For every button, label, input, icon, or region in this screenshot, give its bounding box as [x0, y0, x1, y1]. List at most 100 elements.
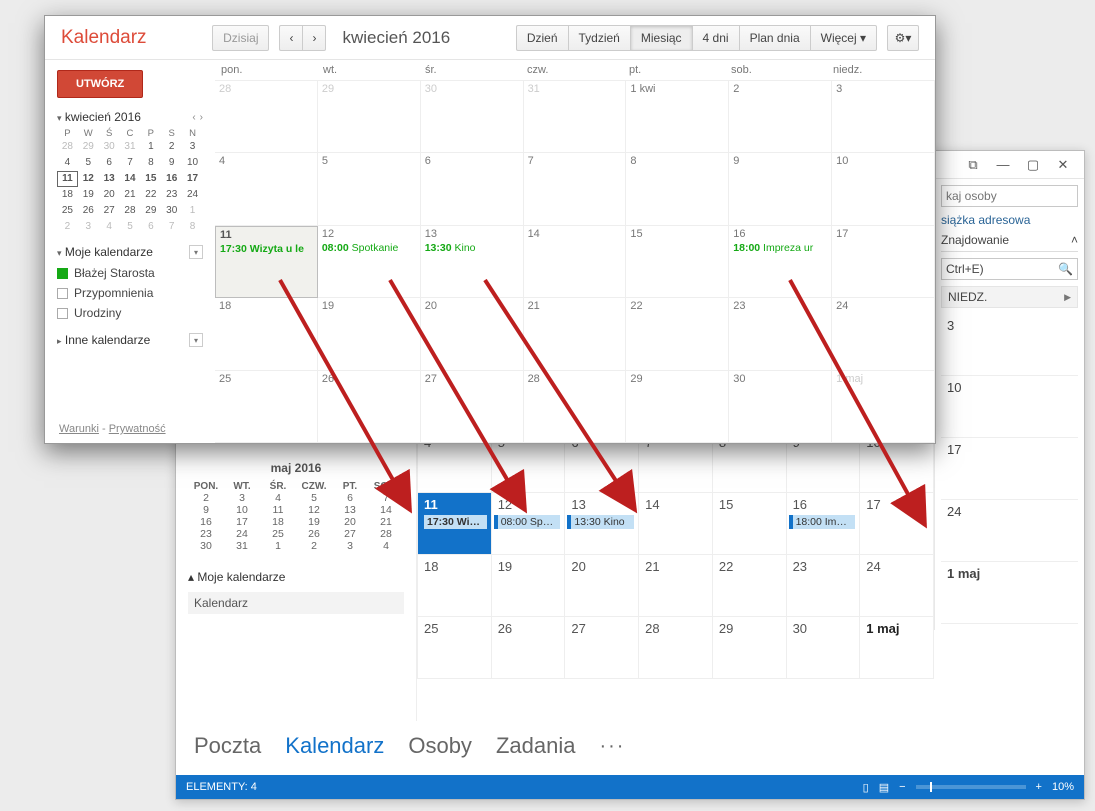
calendar-day-cell[interactable]: 15: [713, 493, 787, 555]
calendar-event[interactable]: 08:00 Spotkanie: [322, 242, 416, 254]
calendar-checkbox-item[interactable]: Urodziny: [57, 303, 203, 323]
calendar-day-cell[interactable]: 1 maj: [832, 371, 935, 443]
calendar-day-cell[interactable]: 26: [318, 371, 421, 443]
calendar-day-cell[interactable]: 1117:30 Wizyt…: [418, 493, 492, 555]
calendar-day-cell[interactable]: 22: [626, 298, 729, 370]
calendar-day-cell[interactable]: 21: [524, 298, 627, 370]
chevron-down-icon[interactable]: ▾: [57, 113, 62, 123]
calendar-day-cell[interactable]: 1208:00 Spotkanie: [318, 226, 421, 298]
nav-tasks[interactable]: Zadania: [496, 733, 576, 759]
create-button[interactable]: UTWÓRZ: [57, 70, 143, 98]
calendar-checkbox-item[interactable]: Błażej Starosta: [57, 263, 203, 283]
close-button[interactable]: ✕: [1048, 155, 1078, 175]
calendar-day-cell[interactable]: 27: [565, 617, 639, 679]
view-day[interactable]: Dzień: [516, 25, 568, 51]
calendar-day-cell[interactable]: 25: [215, 371, 318, 443]
calendar-day-cell[interactable]: 29: [626, 371, 729, 443]
calendar-day-cell[interactable]: 9: [729, 153, 832, 225]
calendar-day-cell[interactable]: 22: [713, 555, 787, 617]
chevron-right-icon[interactable]: ▸: [57, 336, 62, 346]
calendar-day-cell[interactable]: 26: [492, 617, 566, 679]
address-book-link[interactable]: siążka adresowa: [941, 213, 1078, 227]
calendar-event[interactable]: 17:30 Wizyta u le: [220, 243, 313, 255]
calendar-day-cell[interactable]: 17: [832, 226, 935, 298]
calendar-day-cell[interactable]: 1313:30 Kino: [421, 226, 524, 298]
chevron-down-icon[interactable]: ▾: [57, 248, 62, 258]
calendar-day-cell[interactable]: 1618:00 Impr…: [787, 493, 861, 555]
calendar-day-cell[interactable]: 1117:30 Wizyta u le: [215, 226, 318, 298]
nav-more-icon[interactable]: ···: [599, 735, 625, 758]
calendar-day-cell[interactable]: 31: [524, 81, 627, 153]
calendar-checkbox-item[interactable]: Przypomnienia: [57, 283, 203, 303]
search-people-input[interactable]: [941, 185, 1078, 207]
calendar-day-cell[interactable]: 10: [832, 153, 935, 225]
view-agenda[interactable]: Plan dnia: [739, 25, 810, 51]
calendar-day-cell[interactable]: 15: [626, 226, 729, 298]
calendar-day-cell[interactable]: 20: [421, 298, 524, 370]
popout-icon[interactable]: ⧉: [958, 155, 988, 175]
calendar-day-cell[interactable]: 28: [215, 81, 318, 153]
calendar-day-cell[interactable]: 29: [318, 81, 421, 153]
settings-button[interactable]: ⚙ ▾: [887, 25, 919, 51]
calendar-day-cell[interactable]: 18: [418, 555, 492, 617]
calendar-day-cell[interactable]: 23: [787, 555, 861, 617]
calendar-day-cell[interactable]: 18: [215, 298, 318, 370]
calendar-day-cell[interactable]: 6: [421, 153, 524, 225]
minimize-button[interactable]: —: [988, 155, 1018, 175]
sunday-cell[interactable]: 10: [941, 376, 1078, 438]
calendar-day-cell[interactable]: 14: [639, 493, 713, 555]
calendar-item[interactable]: Kalendarz: [188, 592, 404, 614]
calendar-day-cell[interactable]: 30: [787, 617, 861, 679]
chevron-up-icon[interactable]: ˄: [1071, 233, 1078, 247]
next-button[interactable]: ›: [302, 25, 326, 51]
calendar-event[interactable]: 13:30 Kino: [425, 242, 519, 254]
calendar-day-cell[interactable]: 20: [565, 555, 639, 617]
privacy-link[interactable]: Prywatność: [109, 423, 166, 435]
today-button[interactable]: Dzisiaj: [212, 25, 269, 51]
view-month[interactable]: Miesiąc: [630, 25, 692, 51]
calendar-day-cell[interactable]: 14: [524, 226, 627, 298]
zoom-slider[interactable]: [916, 785, 1026, 789]
calendar-event[interactable]: 13:30 Kino: [567, 515, 634, 529]
search-ctrl-e[interactable]: Ctrl+E)🔍: [941, 258, 1078, 280]
calendar-day-cell[interactable]: 30: [421, 81, 524, 153]
nav-people[interactable]: Osoby: [408, 733, 472, 759]
calendar-day-cell[interactable]: 1 kwi: [626, 81, 729, 153]
sunday-cell[interactable]: 3: [941, 314, 1078, 376]
calendar-day-cell[interactable]: 19: [318, 298, 421, 370]
mini-next[interactable]: ›: [200, 112, 203, 123]
calendar-event[interactable]: 17:30 Wizyt…: [420, 515, 487, 529]
calendar-day-cell[interactable]: 24: [860, 555, 934, 617]
zoom-in-button[interactable]: +: [1036, 781, 1042, 793]
calendar-day-cell[interactable]: 25: [418, 617, 492, 679]
calendar-day-cell[interactable]: 30: [729, 371, 832, 443]
mini-prev[interactable]: ‹: [192, 112, 195, 123]
view-reading-icon[interactable]: ▤: [879, 781, 889, 794]
terms-link[interactable]: Warunki: [59, 423, 99, 435]
calendar-day-cell[interactable]: 23: [729, 298, 832, 370]
sunday-cell[interactable]: 24: [941, 500, 1078, 562]
sunday-cell[interactable]: 1 maj: [941, 562, 1078, 624]
calendar-day-cell[interactable]: 24: [832, 298, 935, 370]
view-week[interactable]: Tydzień: [568, 25, 630, 51]
calendar-day-cell[interactable]: 21: [639, 555, 713, 617]
calendar-event[interactable]: 18:00 Impr…: [789, 515, 856, 529]
sunday-cell[interactable]: 17: [941, 438, 1078, 500]
calendar-day-cell[interactable]: 17: [860, 493, 934, 555]
zoom-out-button[interactable]: −: [899, 781, 905, 793]
nav-calendar[interactable]: Kalendarz: [285, 733, 384, 759]
nav-mail[interactable]: Poczta: [194, 733, 261, 759]
maximize-button[interactable]: ▢: [1018, 155, 1048, 175]
calendar-day-cell[interactable]: 29: [713, 617, 787, 679]
view-normal-icon[interactable]: ▯: [863, 781, 869, 794]
calendar-day-cell[interactable]: 2: [729, 81, 832, 153]
calendar-day-cell[interactable]: 1 maj: [860, 617, 934, 679]
calendar-day-cell[interactable]: 28: [524, 371, 627, 443]
calendar-day-cell[interactable]: 1313:30 Kino: [565, 493, 639, 555]
view-more[interactable]: Więcej ▾: [810, 25, 877, 51]
dropdown-icon[interactable]: ▾: [189, 245, 203, 259]
calendar-day-cell[interactable]: 8: [626, 153, 729, 225]
chevron-right-icon[interactable]: ▶: [1064, 292, 1071, 303]
calendar-day-cell[interactable]: 28: [639, 617, 713, 679]
calendar-day-cell[interactable]: 7: [524, 153, 627, 225]
